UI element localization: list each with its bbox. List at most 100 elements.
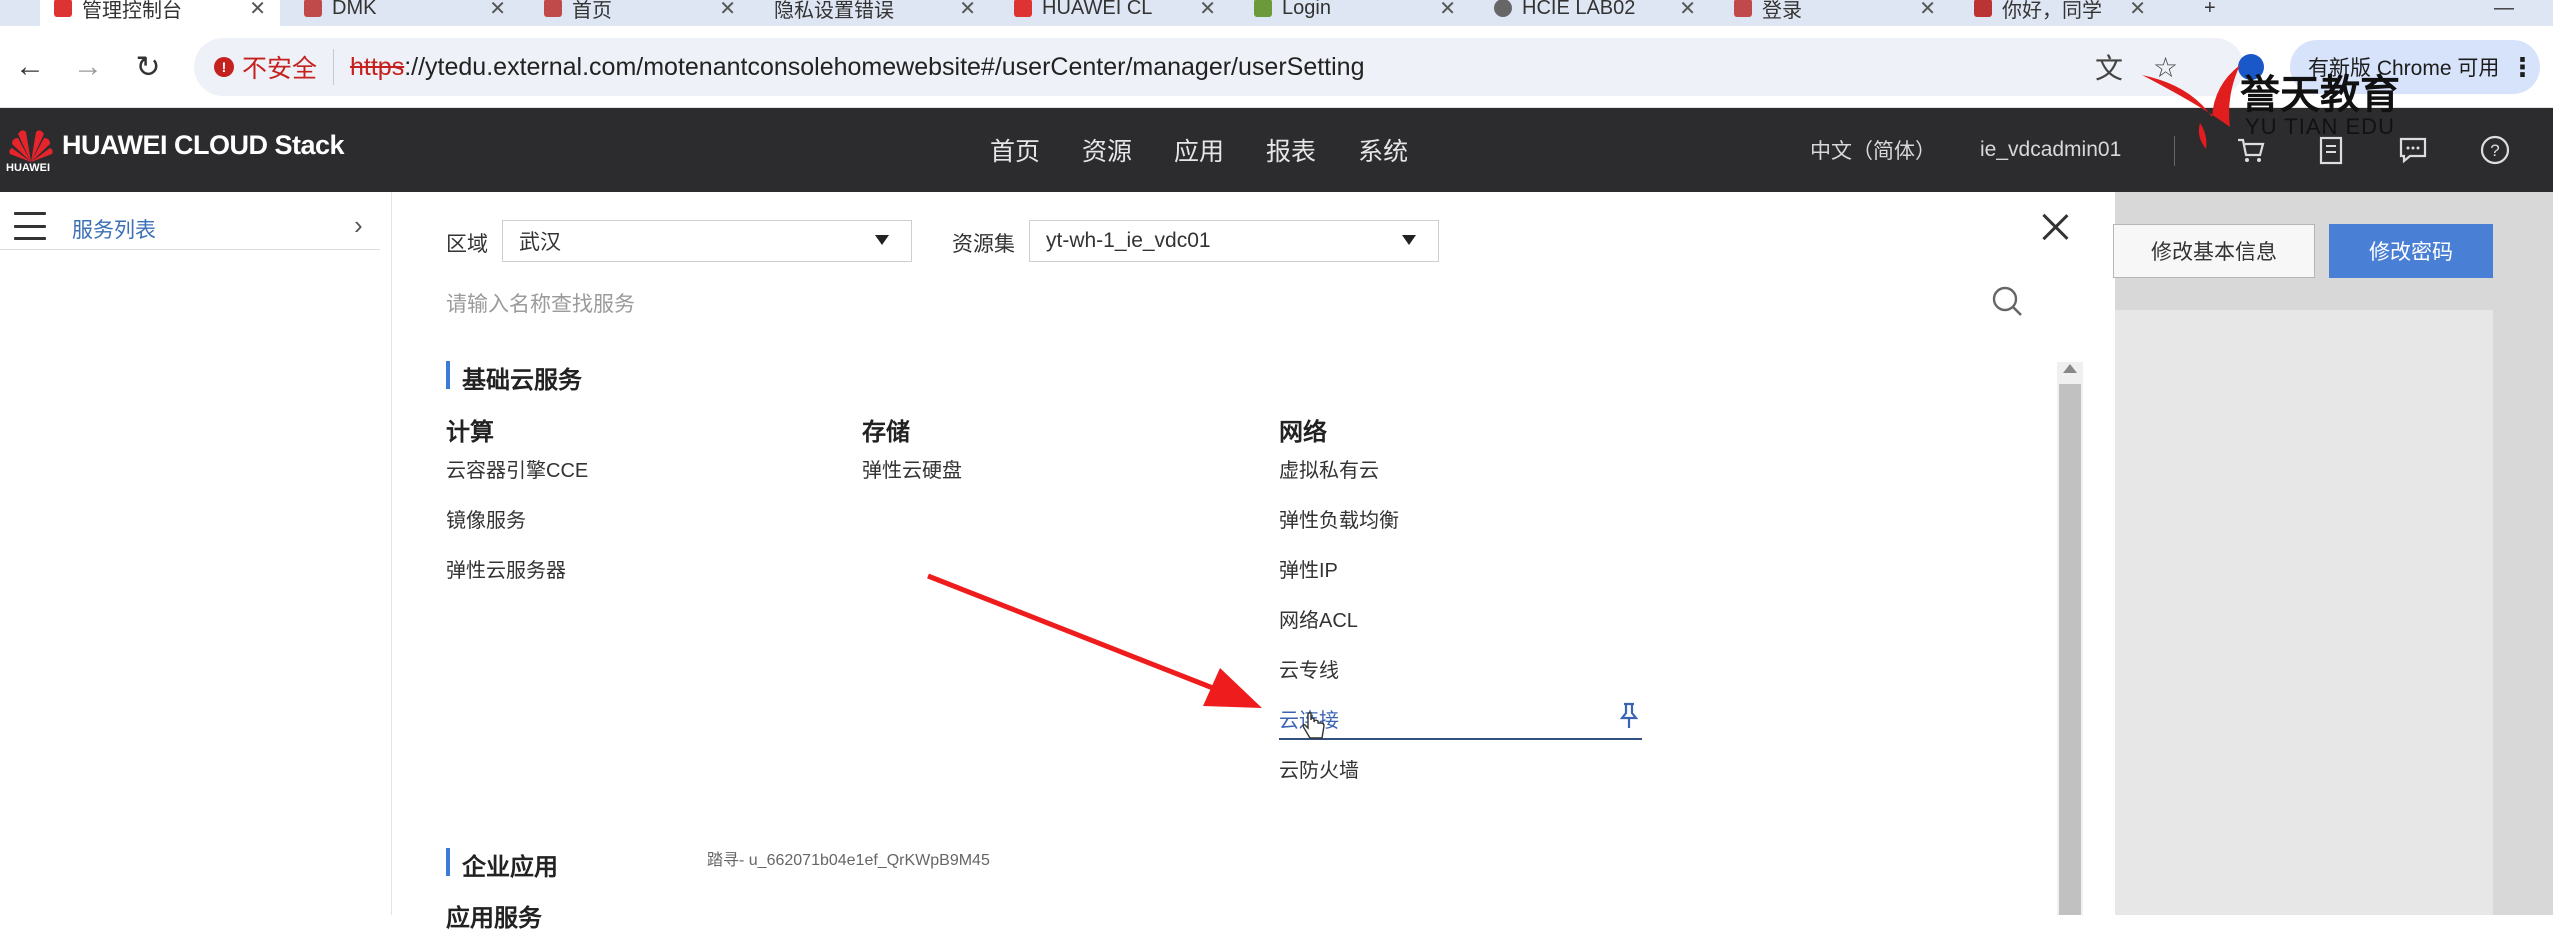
url-scheme: https [350, 52, 405, 81]
url-text: ://ytedu.external.com/motenantconsolehom… [404, 52, 1365, 81]
tab-hcie-lab[interactable]: HCIE LAB02 ✕ [1480, 0, 1710, 26]
browser-tab-strip: 管理控制台 ✕ DMK ✕ 首页 ✕ 隐私设置错误 ✕ HUAWEI CL ✕ … [0, 0, 2553, 26]
change-password-button[interactable]: 修改密码 [2329, 224, 2493, 278]
address-bar[interactable]: ! 不安全 https ://ytedu.external.com/motena… [194, 38, 2244, 96]
nav-reports[interactable]: 报表 [1266, 132, 1316, 168]
warning-icon: ! [214, 57, 234, 77]
minimize-window-button[interactable]: — [2480, 0, 2540, 26]
chevron-right-icon[interactable]: › [354, 210, 363, 241]
category-compute: 计算 [446, 419, 494, 446]
translate-icon: 文 [2095, 53, 2124, 84]
category-storage: 存储 [862, 419, 910, 446]
service-list-panel: 区域 武汉 资源集 yt-wh-1_ie_vdc01 请输入名称查找服务 基础云… [392, 192, 2115, 932]
scrollbar-thumb[interactable] [2059, 384, 2081, 915]
tab-privacy-error[interactable]: 隐私设置错误 ✕ [760, 0, 990, 26]
security-indicator[interactable]: ! 不安全 [214, 49, 335, 85]
category-application-service: 应用服务 [446, 905, 542, 932]
service-evs[interactable]: 弹性云硬盘 [862, 454, 962, 483]
tab-hello[interactable]: 你好，同学 ✕ [1960, 0, 2160, 26]
region-select[interactable]: 武汉 [502, 220, 912, 262]
close-tab-icon[interactable]: ✕ [489, 0, 506, 21]
lab-favicon-icon [1494, 0, 1512, 17]
huawei-favicon-icon [1014, 0, 1032, 17]
service-ecs[interactable]: 弹性云服务器 [446, 554, 566, 583]
nav-home[interactable]: 首页 [990, 132, 1040, 168]
tab-huawei-cloud[interactable]: HUAWEI CL ✕ [1000, 0, 1230, 26]
nav-resources[interactable]: 资源 [1082, 132, 1132, 168]
brand-chinese: 誉天教育 [2240, 72, 2400, 118]
close-tab-icon[interactable]: ✕ [2129, 0, 2146, 21]
tab-label: 隐私设置错误 [774, 0, 894, 22]
service-list-label[interactable]: 服务列表 [72, 214, 156, 244]
service-image[interactable]: 镜像服务 [446, 504, 526, 533]
service-eip[interactable]: 弹性IP [1279, 554, 1338, 583]
search-icon[interactable] [1990, 284, 2024, 318]
tab-label: 你好，同学 [2002, 0, 2102, 22]
close-tab-icon[interactable]: ✕ [959, 0, 976, 21]
close-tab-icon[interactable]: ✕ [1919, 0, 1936, 21]
tab-console[interactable]: 管理控制台 ✕ [40, 0, 280, 26]
resource-set-select[interactable]: yt-wh-1_ie_vdc01 [1029, 220, 1439, 262]
service-firewall[interactable]: 云防火墙 [1279, 754, 1359, 783]
tab-login[interactable]: Login ✕ [1240, 0, 1470, 26]
huawei-logo[interactable]: HUAWEI CLOUD Stack [8, 126, 345, 164]
service-direct-connect[interactable]: 云专线 [1279, 654, 1339, 683]
scroll-up-arrow-icon[interactable] [2063, 364, 2077, 373]
reload-icon: ↻ [135, 50, 161, 84]
section-title-basic-cloud: 基础云服务 [446, 360, 582, 395]
sidebar: 服务列表 › [0, 192, 392, 915]
user-watermark: 踏寻- u_662071b04e1ef_QrKWpB9M45 [707, 852, 990, 869]
tab-signin[interactable]: 登录 ✕ [1720, 0, 1950, 26]
close-tab-icon[interactable]: ✕ [1199, 0, 1216, 21]
hand-cursor-icon [1302, 711, 1325, 739]
nav-applications[interactable]: 应用 [1174, 132, 1224, 168]
huawei-favicon-icon [54, 0, 72, 17]
nav-system[interactable]: 系统 [1358, 132, 1408, 168]
new-tab-button[interactable]: + [2190, 0, 2230, 26]
arrow-right-icon: → [73, 50, 103, 83]
service-search-input[interactable]: 请输入名称查找服务 [446, 288, 635, 318]
close-tab-icon[interactable]: ✕ [1679, 0, 1696, 21]
region-value: 武汉 [519, 231, 561, 254]
logo-subtext: HUAWEI [6, 162, 50, 174]
service-elb[interactable]: 弹性负载均衡 [1279, 504, 1399, 533]
user-menu[interactable]: ie_vdcadmin01 [1980, 108, 2121, 192]
service-network-acl[interactable]: 网络ACL [1279, 604, 1358, 633]
close-tab-icon[interactable]: ✕ [1439, 0, 1456, 21]
edit-basic-info-button[interactable]: 修改基本信息 [2113, 224, 2315, 278]
huawei-favicon-icon [304, 0, 322, 17]
category-network: 网络 [1279, 419, 1327, 446]
close-tab-icon[interactable]: ✕ [249, 0, 266, 21]
hover-underline [1279, 738, 1642, 740]
tab-label: 登录 [1762, 0, 1802, 22]
back-button[interactable]: ← [8, 26, 52, 108]
tab-label: Login [1282, 0, 1331, 19]
tab-home[interactable]: 首页 ✕ [530, 0, 750, 26]
tab-label: 首页 [572, 0, 612, 22]
tab-label: HUAWEI CL [1042, 0, 1153, 19]
language-selector[interactable]: 中文（简体） [1810, 108, 1936, 192]
resource-set-value: yt-wh-1_ie_vdc01 [1046, 229, 1211, 252]
plus-icon: + [2204, 0, 2216, 19]
tab-dmk[interactable]: DMK ✕ [290, 0, 520, 26]
service-cce[interactable]: 云容器引擎CCE [446, 454, 588, 483]
pin-icon[interactable] [1618, 702, 1640, 730]
huawei-favicon-icon [1734, 0, 1752, 17]
reload-button[interactable]: ↻ [126, 26, 170, 108]
tab-label: 管理控制台 [82, 0, 182, 22]
region-label: 区域 [446, 233, 488, 256]
section-title-enterprise: 企业应用 [446, 847, 558, 882]
close-tab-icon[interactable]: ✕ [719, 0, 736, 21]
forward-button[interactable]: → [66, 26, 110, 108]
arrow-left-icon: ← [15, 50, 45, 83]
translate-button[interactable]: 文 [2095, 38, 2123, 96]
menu-icon[interactable] [14, 212, 46, 240]
user-settings-content [2115, 310, 2493, 915]
close-icon[interactable] [2040, 212, 2070, 242]
login-favicon-icon [1254, 0, 1272, 17]
huawei-flower-icon [9, 130, 53, 162]
service-vpc[interactable]: 虚拟私有云 [1279, 454, 1379, 483]
service-list-toggle[interactable]: 服务列表 › [0, 208, 380, 250]
minimize-icon: — [2494, 0, 2514, 19]
caret-down-icon [1402, 235, 1416, 245]
